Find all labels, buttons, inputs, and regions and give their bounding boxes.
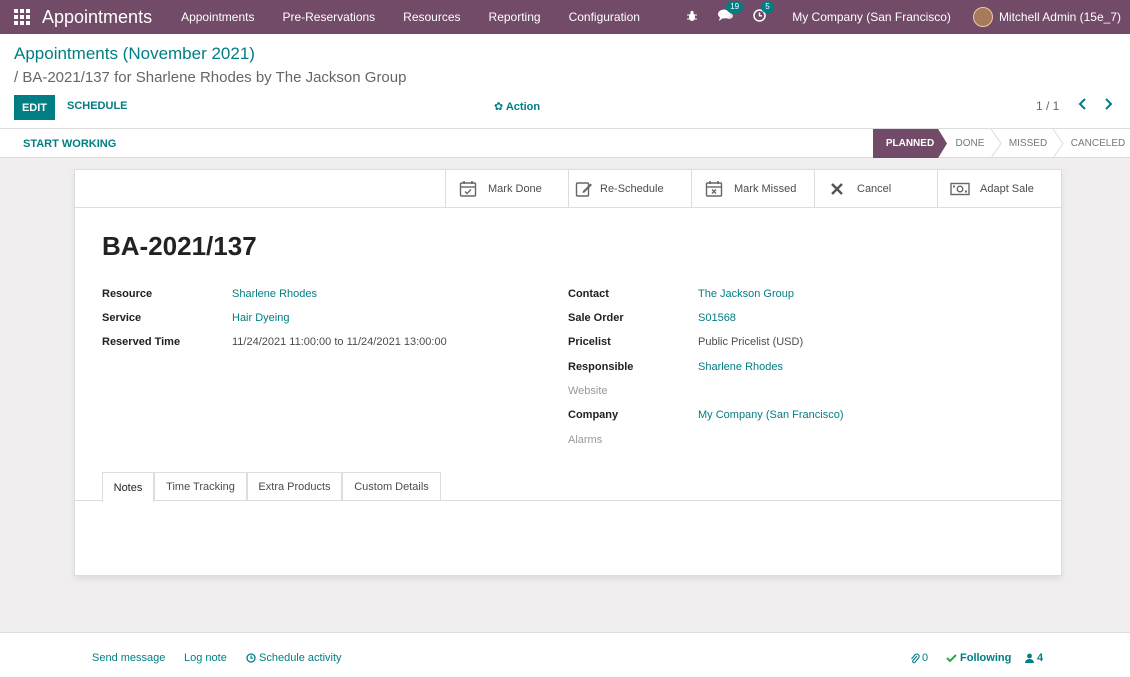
menu-item-configuration[interactable]: Configuration (555, 10, 654, 24)
tab-notes[interactable]: Notes (102, 472, 154, 502)
tab-custom-details[interactable]: Custom Details (342, 472, 441, 501)
close-icon (827, 179, 847, 199)
bug-icon[interactable] (686, 10, 698, 25)
apps-menu-icon[interactable] (14, 9, 30, 25)
edit-button[interactable]: EDIT (14, 95, 55, 120)
attachments-count: 0 (922, 652, 929, 664)
field-label-reserved-time: Reserved Time (102, 336, 181, 348)
cancel-button[interactable]: Cancel (814, 170, 937, 208)
menu-item-resources[interactable]: Resources (389, 10, 474, 24)
field-label-sale-order: Sale Order (568, 312, 624, 324)
record-name: BA-2021/137 (102, 231, 257, 261)
followers-count: 4 (1037, 652, 1044, 664)
stage-separator-icon (1052, 129, 1064, 158)
following-button[interactable]: Following (946, 652, 1011, 664)
field-label-pricelist: Pricelist (568, 336, 611, 348)
mark-missed-label: Mark Missed (734, 183, 797, 195)
systray: 19 5 My Company (San Francisco) Mitchell… (676, 0, 1130, 34)
breadcrumb-active: / BA-2021/137 for Sharlene Rhodes by The… (14, 69, 407, 86)
user-icon (1025, 653, 1034, 663)
breadcrumb-root[interactable]: Appointments (November 2021) (14, 44, 255, 64)
stage-done[interactable]: DONE (949, 129, 991, 158)
field-value-sale-order[interactable]: S01568 (698, 312, 736, 324)
field-label-company: Company (568, 409, 619, 421)
cancel-label: Cancel (857, 183, 892, 195)
notebook-tabs: Notes Time Tracking Extra Products Custo… (75, 472, 1061, 502)
adapt-sale-button[interactable]: Adapt Sale (937, 170, 1060, 208)
user-name: Mitchell Admin (15e_7) (998, 10, 1121, 24)
edit-icon (574, 179, 594, 199)
following-label: Following (960, 652, 1012, 664)
company-switcher[interactable]: My Company (San Francisco) (792, 10, 951, 24)
activities-count-badge: 5 (761, 1, 774, 13)
paperclip-icon (911, 653, 920, 663)
schedule-activity-label: Schedule activity (259, 652, 342, 664)
field-value-reserved-time: 11/24/2021 11:00:00 to 11/24/2021 13:00:… (232, 336, 447, 348)
menu-item-appointments[interactable]: Appointments (167, 10, 268, 24)
calendar-check-icon (458, 179, 478, 199)
field-value-pricelist: Public Pricelist (USD) (698, 336, 804, 348)
tab-time-tracking[interactable]: Time Tracking (154, 472, 247, 501)
form-statusbar: START WORKING PLANNED DONE MISSED CANCEL… (0, 129, 1130, 158)
app-brand[interactable]: Appointments (42, 7, 152, 28)
avatar (972, 7, 993, 27)
adapt-sale-label: Adapt Sale (980, 183, 1034, 195)
clock-icon (246, 653, 256, 663)
field-label-contact: Contact (568, 288, 609, 300)
start-working-button[interactable]: START WORKING (23, 138, 116, 150)
action-menu-button[interactable]: ✿ Action (494, 100, 540, 113)
stage-canceled[interactable]: CANCELED (1066, 129, 1130, 158)
main-menu: Appointments Pre-Reservations Resources … (167, 10, 654, 24)
followers-button[interactable]: 4 (1025, 652, 1043, 664)
mark-done-label: Mark Done (488, 183, 542, 195)
activities-clock-icon[interactable]: 5 (753, 1, 774, 25)
form-sheet: Mark Done Re-Schedule Mark Missed Cancel… (74, 169, 1062, 576)
pager-previous-icon[interactable] (1078, 98, 1088, 113)
field-value-contact[interactable]: The Jackson Group (698, 288, 794, 300)
stage-separator-icon (990, 129, 1002, 158)
send-message-button[interactable]: Send message (92, 652, 165, 664)
mark-missed-button[interactable]: Mark Missed (691, 170, 814, 208)
smart-button-box: Mark Done Re-Schedule Mark Missed Cancel… (75, 170, 1061, 208)
attachments-button[interactable]: 0 (910, 652, 928, 664)
reschedule-button[interactable]: Re-Schedule (568, 170, 691, 208)
pager-value[interactable]: 1 / 1 (1036, 99, 1059, 113)
money-icon (950, 179, 970, 199)
pager-next-icon[interactable] (1103, 98, 1113, 113)
stage-planned[interactable]: PLANNED (873, 129, 947, 158)
schedule-activity-button[interactable]: Schedule activity (246, 652, 342, 664)
field-value-resource[interactable]: Sharlene Rhodes (232, 288, 317, 300)
field-value-responsible[interactable]: Sharlene Rhodes (698, 361, 783, 373)
log-note-button[interactable]: Log note (184, 652, 227, 664)
menu-item-pre-reservations[interactable]: Pre-Reservations (268, 10, 389, 24)
field-label-website: Website (568, 385, 608, 397)
check-icon (946, 654, 957, 663)
menu-item-reporting[interactable]: Reporting (475, 10, 555, 24)
field-label-responsible: Responsible (568, 361, 634, 373)
tab-extra-products[interactable]: Extra Products (247, 472, 342, 501)
control-panel: Appointments (November 2021) / BA-2021/1… (0, 34, 1130, 129)
field-label-alarms: Alarms (568, 434, 603, 446)
field-value-company[interactable]: My Company (San Francisco) (698, 409, 844, 421)
stage-missed[interactable]: MISSED (1005, 129, 1051, 158)
field-label-resource: Resource (102, 288, 153, 300)
field-label-service: Service (102, 312, 142, 324)
user-menu[interactable]: Mitchell Admin (15e_7) (972, 7, 1121, 27)
mark-done-button[interactable]: Mark Done (445, 170, 568, 208)
top-navbar: Appointments Appointments Pre-Reservatio… (0, 0, 1130, 34)
messages-count-badge: 19 (726, 1, 744, 13)
calendar-times-icon (704, 179, 724, 199)
field-value-service[interactable]: Hair Dyeing (232, 312, 289, 324)
reschedule-label: Re-Schedule (600, 183, 664, 195)
chatter-topbar: Send message Log note Schedule activity … (0, 632, 1130, 677)
messages-icon[interactable]: 19 (718, 1, 744, 25)
schedule-button[interactable]: SCHEDULE (67, 100, 128, 112)
